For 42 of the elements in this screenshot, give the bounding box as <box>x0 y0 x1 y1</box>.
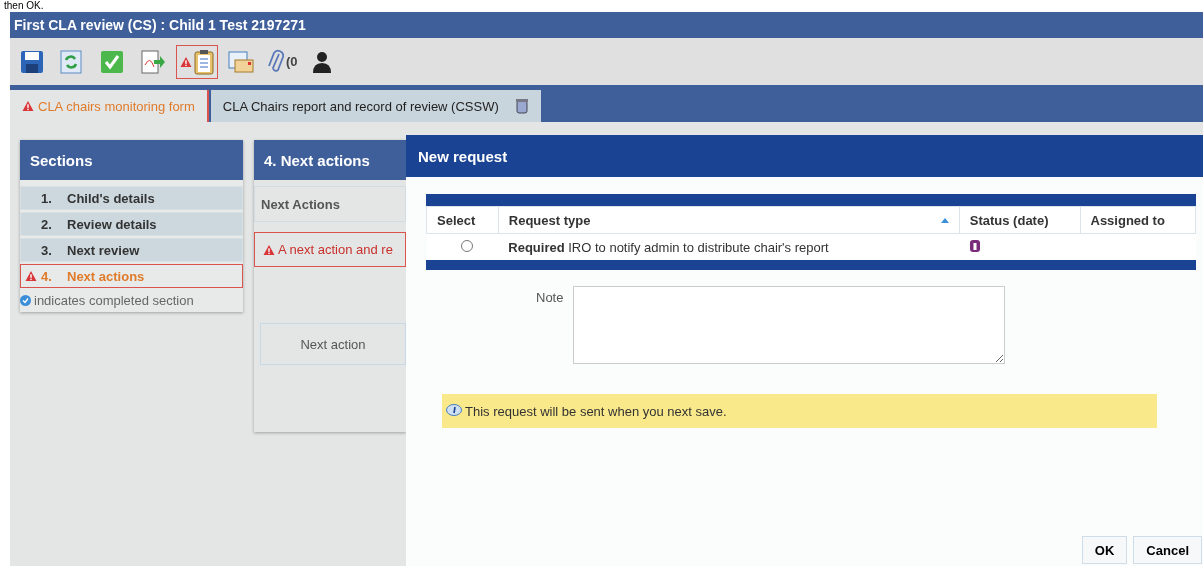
legend-text: indicates completed section <box>34 293 194 308</box>
window-title: First CLA review (CS) : Child 1 Test 2197271 <box>10 12 1203 38</box>
subsection-header: Next Actions <box>254 186 406 222</box>
paperclip-icon <box>268 48 284 75</box>
error-text: A next action and re <box>278 242 393 257</box>
column-header[interactable]: Assigned to <box>1080 206 1196 234</box>
info-badge-icon <box>969 238 982 253</box>
tab[interactable]: CLA Chairs report and record of review (CSSW) <box>210 90 541 122</box>
instruction-text: then OK. <box>3 0 45 12</box>
column-header[interactable]: Status (date) <box>959 206 1080 234</box>
sort-arrow-icon <box>940 217 949 223</box>
note-field[interactable] <box>573 286 1006 364</box>
next-action-button[interactable]: Next action <box>260 323 406 365</box>
warning-icon <box>263 243 275 256</box>
checkmark-icon <box>100 49 124 74</box>
column-header[interactable]: Select <box>426 206 499 234</box>
check-circle-icon <box>20 295 31 306</box>
panel-header: 4. Next actions <box>254 140 406 180</box>
cancel-button[interactable]: Cancel <box>1133 536 1202 564</box>
envelope-icon <box>228 49 254 74</box>
radio-button[interactable] <box>460 239 473 252</box>
section-item[interactable]: 3. Next review <box>20 238 243 262</box>
refresh-icon <box>60 49 82 74</box>
section-item[interactable]: 1. Child's details <box>20 186 243 210</box>
ok-button[interactable]: OK <box>1081 536 1128 564</box>
note-label: Note <box>536 289 564 305</box>
warning-icon <box>180 55 192 68</box>
person-icon <box>311 49 332 74</box>
info-text: This request will be sent when you next save. <box>465 403 727 419</box>
pdf-export-icon <box>140 48 166 75</box>
info-icon <box>446 404 462 418</box>
clipboard-icon <box>194 48 214 75</box>
attach-button[interactable]: (0 <box>264 44 302 79</box>
trash-icon <box>514 98 529 114</box>
table-cell: Required IRO to notify admin to distribute chair's report <box>498 233 960 260</box>
warnings-button[interactable] <box>176 44 218 79</box>
panel-header: Sections <box>20 140 243 180</box>
section-item[interactable]: 2. Review details <box>20 212 243 236</box>
warning-icon <box>25 270 37 282</box>
dialog-title: New request <box>406 135 1203 177</box>
warning-icon <box>22 100 34 112</box>
column-header[interactable]: Request type <box>498 206 960 234</box>
